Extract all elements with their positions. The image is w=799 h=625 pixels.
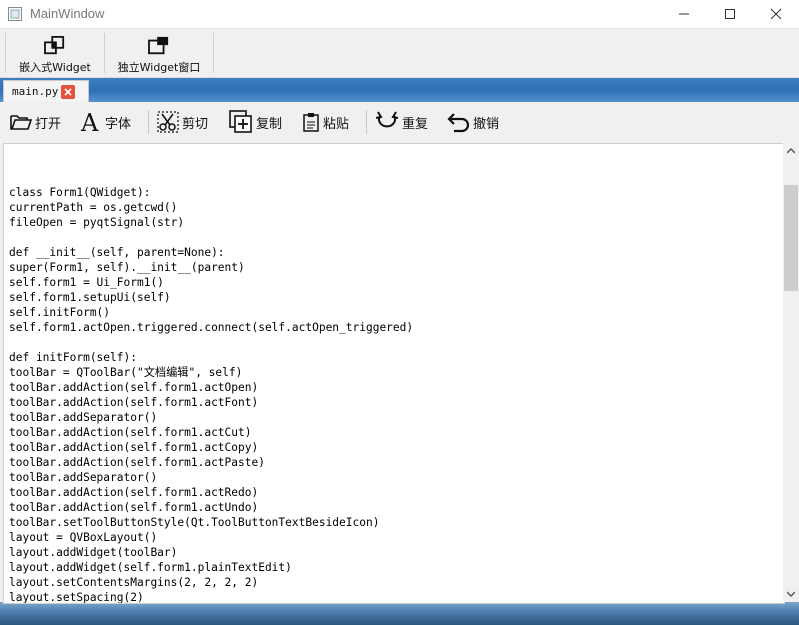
- minimize-button[interactable]: [661, 0, 707, 28]
- undo-button[interactable]: 撤销: [446, 108, 499, 136]
- code-line: fileOpen = pyqtSignal(str): [9, 216, 185, 229]
- code-line: toolBar = QToolBar("文档编辑", self): [9, 366, 243, 379]
- toolbar-separator: [366, 110, 367, 134]
- code-line: toolBar.addAction(self.form1.actFont): [9, 396, 259, 409]
- embed-widget-label: 嵌入式Widget: [19, 61, 91, 74]
- cut-button[interactable]: 剪切: [157, 108, 208, 136]
- font-label: 字体: [105, 116, 132, 132]
- close-icon: [64, 88, 72, 96]
- code-line: def __init__(self, parent=None):: [9, 246, 225, 259]
- code-line: self.form1.setupUi(self): [9, 291, 171, 304]
- code-line: toolBar.addAction(self.form1.actRedo): [9, 486, 259, 499]
- undo-label: 撤销: [473, 116, 500, 132]
- close-button[interactable]: [753, 0, 799, 28]
- code-line: toolBar.addSeparator(): [9, 411, 158, 424]
- code-line: self.form1 = Ui_Form1(): [9, 276, 164, 289]
- folder-open-icon: [10, 115, 32, 130]
- code-line: toolBar.addSeparator(): [9, 471, 158, 484]
- paste-button[interactable]: 粘贴: [302, 108, 349, 136]
- toolbar-separator: [104, 33, 105, 73]
- cut-label: 剪切: [182, 116, 209, 132]
- code-line: currentPath = os.getcwd(): [9, 201, 178, 214]
- toolbar-handle: [5, 33, 6, 73]
- embed-widget-button[interactable]: 嵌入式Widget: [12, 31, 98, 75]
- standalone-widget-label: 独立Widget窗口: [117, 61, 201, 74]
- background-image-bottom: [0, 602, 799, 625]
- code-line: self.initForm(): [9, 306, 111, 319]
- copy-icon: [229, 110, 252, 133]
- toolbar-separator: [148, 110, 149, 134]
- code-line: toolBar.addAction(self.form1.actCopy): [9, 441, 259, 454]
- scrollbar-thumb[interactable]: [784, 185, 798, 291]
- code-line: layout.addWidget(self.form1.plainTextEdi…: [9, 561, 292, 574]
- clipboard-icon: [303, 113, 319, 132]
- window-title: MainWindow: [30, 6, 105, 21]
- maximize-icon: [725, 9, 735, 19]
- font-icon: A: [80, 110, 99, 134]
- code-line: self.form1.actOpen.triggered.connect(sel…: [9, 321, 414, 334]
- title-bar: MainWindow: [0, 0, 799, 29]
- toolbar-separator: [213, 33, 214, 73]
- standalone-widget-button[interactable]: 独立Widget窗口: [108, 31, 210, 75]
- svg-text:A: A: [80, 110, 99, 134]
- redo-label: 重复: [402, 116, 429, 132]
- code-line: layout.addWidget(toolBar): [9, 546, 178, 559]
- redo-button[interactable]: 重复: [375, 108, 428, 136]
- main-toolbar: 嵌入式Widget 独立Widget窗口: [0, 29, 799, 78]
- maximize-button[interactable]: [707, 0, 753, 28]
- open-label: 打开: [35, 116, 62, 132]
- copy-button[interactable]: 复制: [229, 108, 282, 136]
- minimize-icon: [679, 13, 689, 15]
- scroll-down-button[interactable]: [783, 586, 799, 602]
- close-icon: [770, 8, 782, 20]
- embed-widget-icon: [44, 36, 65, 55]
- code-line: toolBar.addAction(self.form1.actCut): [9, 426, 252, 439]
- redo-icon: [375, 111, 399, 128]
- code-line: layout.setContentsMargins(2, 2, 2, 2): [9, 576, 259, 589]
- chevron-down-icon: [787, 591, 795, 597]
- code-line: class Form1(QWidget):: [9, 186, 151, 199]
- undo-icon: [447, 113, 470, 133]
- app-icon: [8, 7, 22, 21]
- paste-label: 粘贴: [323, 116, 350, 132]
- code-line: toolBar.setToolButtonStyle(Qt.ToolButton…: [9, 516, 380, 529]
- code-line: toolBar.addAction(self.form1.actPaste): [9, 456, 265, 469]
- code-line: super(Form1, self).__init__(parent): [9, 261, 245, 274]
- tab-main-py[interactable]: main.py: [3, 80, 89, 103]
- code-line: layout = QVBoxLayout(): [9, 531, 158, 544]
- code-line: def initForm(self):: [9, 351, 137, 364]
- code-line: toolBar.addAction(self.form1.actOpen): [9, 381, 259, 394]
- vertical-scrollbar[interactable]: [783, 143, 799, 602]
- editor-toolbar: 打开 A 字体 剪切 复制 粘贴 重复 撤销: [0, 102, 799, 142]
- scissors-icon: [157, 111, 179, 133]
- code-line: layout.setSpacing(2): [9, 591, 144, 604]
- tab-label: main.py: [12, 85, 59, 98]
- standalone-window-icon: [148, 36, 169, 55]
- copy-label: 复制: [256, 116, 283, 132]
- background-image-top: [0, 78, 799, 102]
- code-text: class Form1(QWidget): currentPath = os.ge…: [9, 170, 414, 604]
- font-button[interactable]: A 字体: [80, 108, 131, 136]
- code-line: toolBar.addAction(self.form1.actUndo): [9, 501, 259, 514]
- plain-text-editor[interactable]: class Form1(QWidget): currentPath = os.ge…: [3, 143, 785, 604]
- scroll-up-button[interactable]: [783, 143, 799, 159]
- tab-close-button[interactable]: [61, 85, 75, 99]
- open-button[interactable]: 打开: [10, 108, 61, 136]
- chevron-up-icon: [787, 148, 795, 154]
